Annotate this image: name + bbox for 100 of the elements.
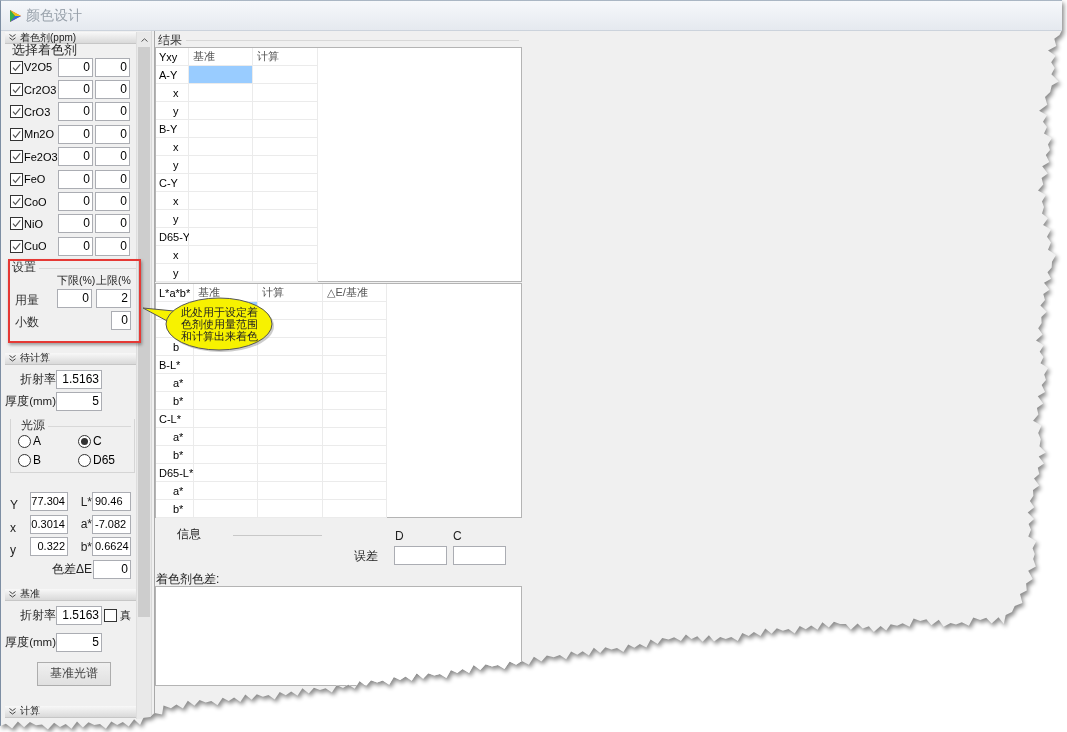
section-header[interactable]: 待计算: [5, 352, 136, 365]
field-label: 用量: [15, 291, 39, 309]
row-label: b*: [173, 502, 184, 515]
checkbox-label: 真: [120, 608, 131, 623]
group-title: 设置: [12, 261, 36, 273]
checkbox[interactable]: [10, 195, 23, 209]
column-header: 上限(%: [96, 273, 131, 288]
double-chevron-icon: [9, 34, 16, 41]
input-field[interactable]: 0: [95, 214, 130, 234]
radio-icon[interactable]: [78, 434, 91, 448]
colorant-label: Mn2O: [24, 128, 55, 141]
row-label: b*: [173, 448, 184, 461]
input-field[interactable]: 0: [95, 124, 130, 144]
field-label: x: [10, 520, 16, 535]
input-field[interactable]: 0: [57, 289, 92, 308]
input-field[interactable]: 0: [58, 236, 93, 256]
checkbox[interactable]: [10, 105, 23, 119]
group-title: 结果: [158, 33, 182, 46]
row-label: A-Y: [159, 68, 178, 81]
input-field[interactable]: 5: [56, 392, 102, 411]
row-label: D65-L*: [159, 466, 194, 479]
radio-option[interactable]: A: [18, 431, 41, 451]
row-label: x: [173, 248, 179, 261]
scrollbar-thumb[interactable]: [138, 47, 150, 617]
section-header[interactable]: 着色剂(ppm): [5, 32, 136, 44]
checkbox[interactable]: [104, 609, 117, 622]
input-field[interactable]: 0: [111, 311, 131, 330]
row-label: D65-Y: [159, 230, 191, 243]
radio-icon[interactable]: [18, 453, 31, 467]
colorant-title: 选择着色剂: [11, 44, 78, 56]
input-field[interactable]: 0: [95, 102, 130, 122]
radio-option[interactable]: C: [78, 431, 102, 451]
input-field[interactable]: 0: [58, 214, 93, 234]
radio-option[interactable]: D65: [78, 450, 115, 470]
row-label: a*: [173, 430, 184, 443]
input-field[interactable]: 0: [95, 147, 130, 167]
input-field[interactable]: 90.46: [92, 492, 131, 512]
app-logo-icon: [9, 8, 22, 23]
input-field[interactable]: 0: [58, 124, 93, 144]
input-field[interactable]: 77.304: [30, 492, 68, 512]
colorant-label: CoO: [24, 195, 48, 208]
input-field[interactable]: 2: [96, 289, 131, 308]
row-label: y: [173, 212, 179, 225]
input-field[interactable]: 0.6624: [92, 537, 131, 557]
input-field[interactable]: 0: [58, 169, 93, 189]
colorant-label: FeO: [24, 173, 47, 186]
input-field[interactable]: 0: [95, 236, 130, 256]
input-field[interactable]: 0: [58, 147, 93, 167]
checkbox[interactable]: [10, 217, 23, 231]
input-field[interactable]: 5: [56, 633, 102, 652]
group-title: 光源: [21, 419, 45, 431]
input-field[interactable]: 0.3014: [30, 514, 68, 534]
info-label: 信息: [177, 526, 201, 543]
column-header: 下限(%): [57, 273, 96, 288]
input-field[interactable]: -7.082: [92, 514, 131, 534]
checkbox[interactable]: [10, 239, 23, 253]
section-header[interactable]: 计算: [5, 705, 136, 718]
input-field[interactable]: 0: [95, 80, 130, 100]
reference-spectrum-button[interactable]: 基准光谱: [37, 661, 111, 686]
field-label: 厚度(mm): [5, 394, 56, 409]
column-header: △E/基准: [327, 285, 368, 300]
row-label: x: [173, 140, 179, 153]
row-label: a*: [173, 376, 184, 389]
input-field[interactable]: [394, 545, 447, 565]
input-field[interactable]: 0: [95, 57, 130, 77]
column-header: L*a*b*: [159, 286, 191, 299]
radio-icon[interactable]: [18, 434, 31, 448]
row-label: y: [173, 104, 179, 117]
input-field[interactable]: 0: [93, 559, 131, 579]
input-field[interactable]: 0: [95, 192, 130, 212]
colorant-label: CrO3: [24, 105, 52, 118]
column-header: Yxy: [159, 50, 178, 63]
input-field[interactable]: 1.5163: [56, 370, 102, 389]
checkbox[interactable]: [10, 150, 23, 164]
checkbox[interactable]: [10, 172, 23, 186]
scrollbar-track[interactable]: [136, 32, 151, 719]
checkbox[interactable]: [10, 83, 23, 97]
input-field[interactable]: 0: [58, 102, 93, 122]
checkbox[interactable]: [10, 127, 23, 141]
row-label: a*: [173, 484, 184, 497]
input-field[interactable]: [453, 545, 506, 565]
input-field[interactable]: 1.5163: [56, 606, 102, 625]
row-label: b: [173, 340, 180, 353]
column-label: C: [453, 529, 462, 543]
field-label: Y: [10, 498, 18, 512]
row-label: y: [173, 158, 179, 171]
input-field[interactable]: 0: [58, 80, 93, 100]
input-field[interactable]: 0: [58, 192, 93, 212]
input-field[interactable]: 0: [95, 169, 130, 189]
input-field[interactable]: 0: [58, 57, 93, 77]
colorant-label: Cr2O3: [24, 83, 58, 96]
radio-option[interactable]: B: [18, 450, 41, 470]
checkbox[interactable]: [10, 60, 23, 74]
field-label: b*: [80, 539, 92, 554]
section-header[interactable]: 基准: [5, 588, 136, 601]
double-chevron-icon: [9, 354, 16, 362]
column-header: 计算: [257, 49, 279, 64]
radio-icon[interactable]: [78, 453, 91, 467]
input-field[interactable]: 0.322: [30, 537, 68, 557]
column-header: 基准: [193, 49, 215, 64]
